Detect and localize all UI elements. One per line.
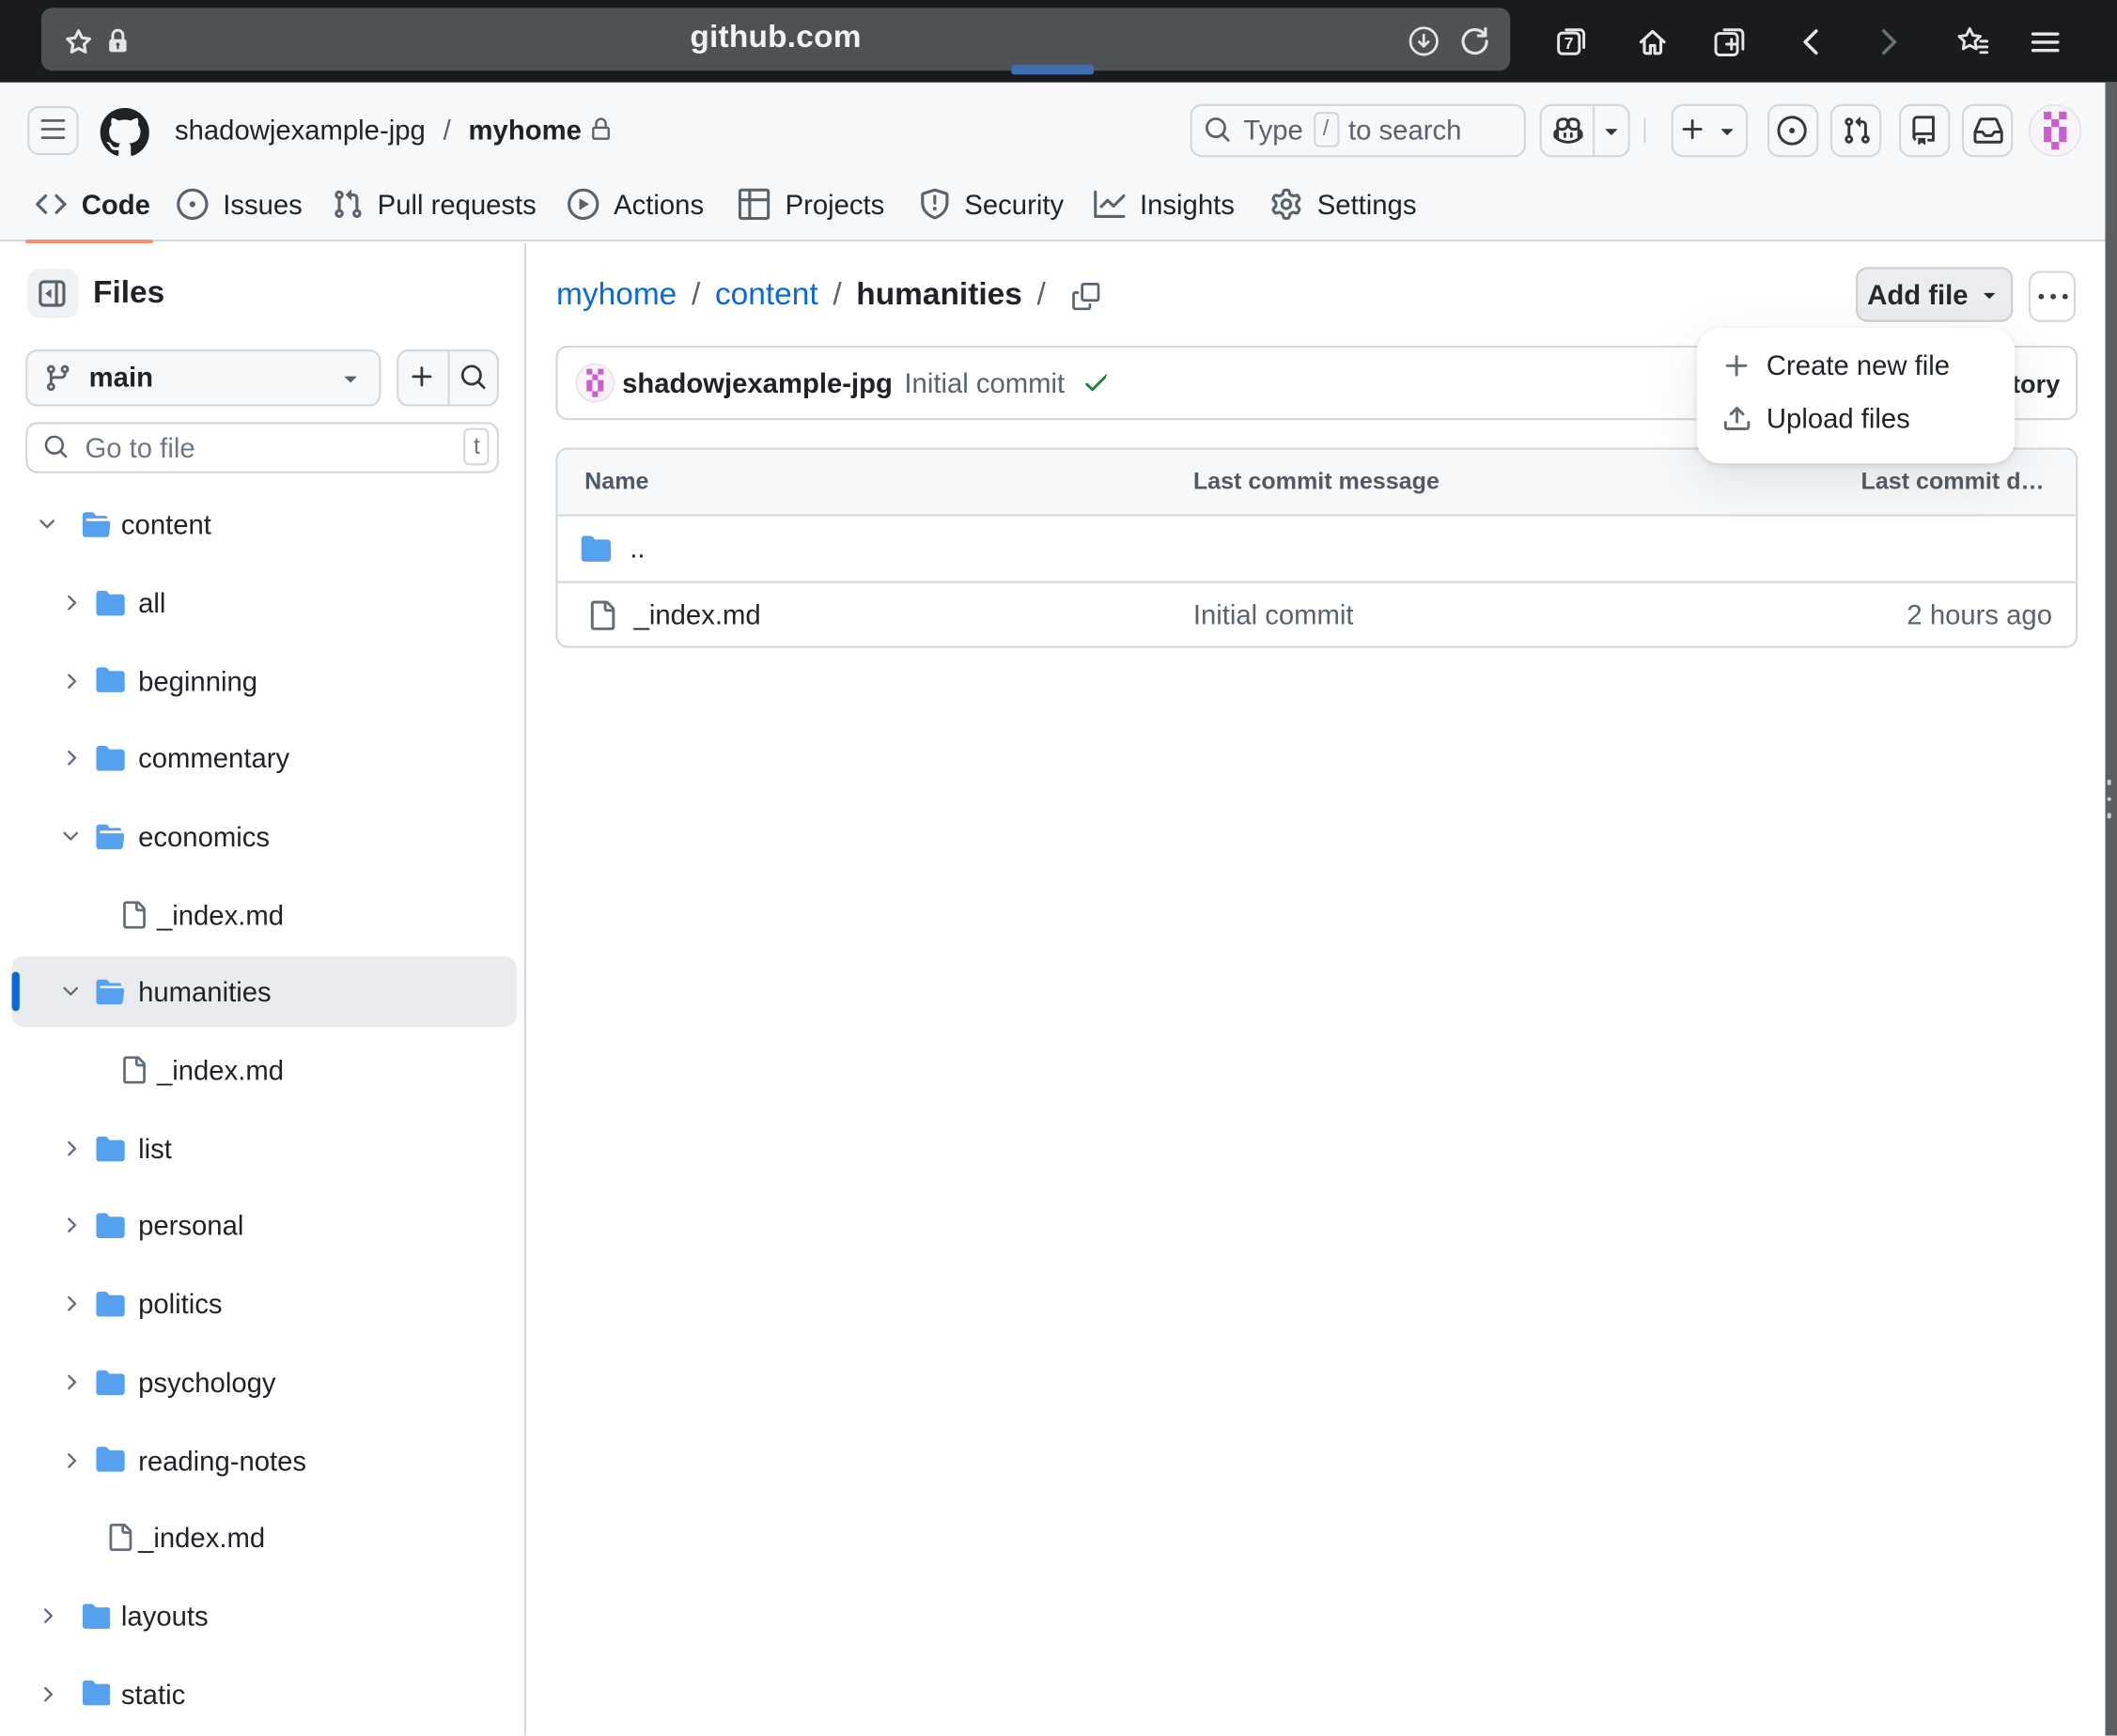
svg-text:7: 7 [1564,34,1574,53]
